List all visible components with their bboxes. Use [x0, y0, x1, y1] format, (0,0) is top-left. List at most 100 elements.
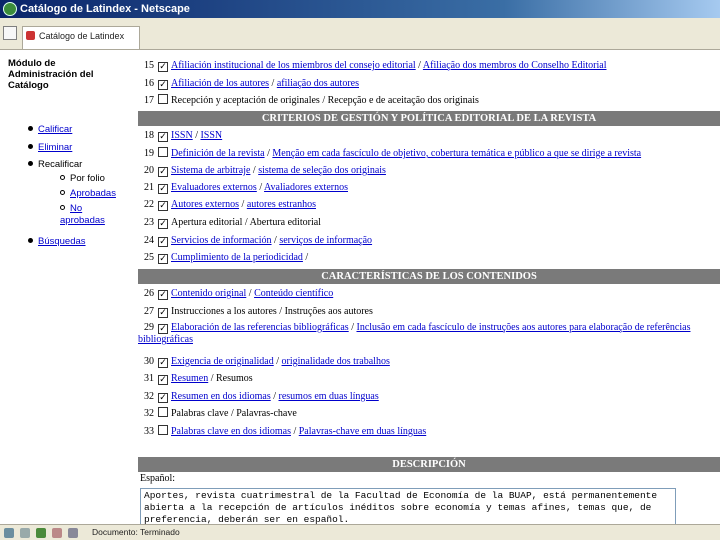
- por-folio-label[interactable]: Por folio: [70, 173, 105, 184]
- criterion-row: 25 ✓ Cumplimiento de la periodicidad /: [138, 251, 720, 264]
- criterion-link-es[interactable]: Cumplimiento de la periodicidad: [171, 252, 303, 263]
- criterion-text: /: [256, 182, 265, 193]
- criterion-link-pt[interactable]: Avaliadores externos: [264, 182, 348, 193]
- criterion-checkbox[interactable]: ✓: [158, 290, 168, 300]
- criterion-link-es[interactable]: Autores externos: [171, 199, 239, 210]
- criterion-link-pt[interactable]: sistema de seleção dos originais: [258, 165, 386, 176]
- recalificar-label: Recalificar: [38, 159, 83, 170]
- criterion-link-es[interactable]: Evaluadores externos: [171, 182, 257, 193]
- criterion-link-es[interactable]: Palabras clave en dos idiomas: [171, 426, 291, 437]
- criterion-checkbox[interactable]: [158, 425, 168, 435]
- criterion-row: 23 ✓ Apertura editorial / Abertura editori…: [138, 216, 720, 229]
- criterion-link-es[interactable]: Afiliación institucional de los miembros…: [171, 60, 416, 71]
- netscape-icon: [3, 2, 17, 16]
- sidebar-item-no-aprobadas[interactable]: No aprobadas: [60, 203, 126, 227]
- sidebar-item-busquedas[interactable]: Búsquedas: [28, 236, 86, 248]
- criterion-link-pt[interactable]: resumos em duas línguas: [279, 391, 379, 402]
- mail-icon[interactable]: [20, 528, 30, 538]
- criterion-link-pt[interactable]: originalidade dos trabalhos: [282, 356, 390, 367]
- criterion-link-pt[interactable]: Conteúdo científico: [254, 288, 333, 299]
- criterion-checkbox[interactable]: ✓: [158, 132, 168, 142]
- criterion-checkbox[interactable]: ✓: [158, 375, 168, 385]
- sidebar-item-recalificar: Recalificar: [28, 159, 82, 171]
- criterion-checkbox[interactable]: ✓: [158, 219, 168, 229]
- criterion-text: /: [239, 199, 247, 210]
- criterion-number: 25: [144, 252, 154, 263]
- criterion-text: /: [302, 252, 309, 263]
- criterion-row: 16 ✓ Afiliación de los autores / afiliação…: [138, 77, 720, 90]
- criterion-link-es[interactable]: Definición de la revista: [171, 148, 265, 159]
- criterion-row: 22 ✓ Autores externos / autores estranhos: [138, 198, 720, 211]
- criterion-row: 24 ✓ Servicios de información / serviços d…: [138, 234, 720, 247]
- criterion-link-es[interactable]: ISSN: [171, 130, 193, 141]
- criterion-text: Instrucciones a los autores / Instruções…: [171, 306, 373, 317]
- criterion-row: 26 ✓ Contenido original / Conteúdo científ…: [138, 287, 720, 300]
- address-book-icon[interactable]: [68, 528, 78, 538]
- busquedas-link[interactable]: Búsquedas: [38, 236, 86, 247]
- criterion-checkbox[interactable]: ✓: [158, 393, 168, 403]
- criterion-number: 27: [144, 306, 154, 317]
- sidebar-item-por-folio[interactable]: Por folio: [60, 173, 105, 185]
- criterion-number: 31: [144, 373, 154, 384]
- criterion-link-pt[interactable]: Menção em cada fascículo de objetivo, co…: [272, 148, 641, 159]
- no-aprobadas-link[interactable]: No aprobadas: [60, 203, 105, 226]
- criterion-number: 32: [144, 408, 154, 419]
- criterion-link-es[interactable]: Resumen en dos idiomas: [171, 391, 271, 402]
- criterion-text: /: [290, 426, 299, 437]
- aprobadas-link[interactable]: Aprobadas: [70, 188, 116, 199]
- section-header-descripcion: DESCRIPCIÓN: [138, 457, 720, 472]
- composer-icon[interactable]: [52, 528, 62, 538]
- criterion-checkbox[interactable]: ✓: [158, 324, 168, 334]
- criterion-checkbox[interactable]: ✓: [158, 184, 168, 194]
- criterion-checkbox[interactable]: ✓: [158, 237, 168, 247]
- bullet-icon: [28, 161, 33, 166]
- criterion-row: 29 ✓ Elaboración de las referencias biblio…: [138, 322, 720, 346]
- sidebar: Módulo de Administración del Catálogo Ca…: [0, 50, 130, 524]
- criterion-link-pt[interactable]: afiliação dos autores: [277, 78, 359, 89]
- netscape-status-icon[interactable]: [36, 528, 46, 538]
- criterion-checkbox[interactable]: [158, 94, 168, 104]
- tab-list-icon[interactable]: [3, 26, 17, 40]
- eliminar-link[interactable]: Eliminar: [38, 142, 72, 153]
- criterion-row: 21 ✓ Evaluadores externos / Avaliadores ex…: [138, 181, 720, 194]
- cutoff-row: —— — — ——— —— —— ——— ——— ——— ——— —— —— —…: [138, 50, 720, 55]
- security-icon[interactable]: [4, 528, 14, 538]
- criterion-link-pt[interactable]: autores estranhos: [247, 199, 316, 210]
- criterion-number: 33: [144, 426, 154, 437]
- criterion-checkbox[interactable]: ✓: [158, 254, 168, 264]
- criterion-row: 33 Palabras clave en dos idiomas / Palavr…: [138, 425, 720, 438]
- criterion-link-es[interactable]: Resumen: [171, 373, 208, 384]
- criterion-link-pt[interactable]: ISSN: [200, 130, 222, 141]
- criterion-link-es[interactable]: Afiliación de los autores: [171, 78, 269, 89]
- criterion-number: 19: [144, 148, 154, 159]
- criterion-link-es[interactable]: Elaboración de las referencias bibliográ…: [171, 322, 349, 333]
- criterion-row: 18 ✓ ISSN / ISSN: [138, 129, 720, 142]
- criterion-link-pt[interactable]: Palavras-chave em duas línguas: [299, 426, 426, 437]
- tab-catalogo[interactable]: Catálogo de Latindex: [22, 26, 140, 49]
- criterion-checkbox[interactable]: ✓: [158, 80, 168, 90]
- criterion-checkbox[interactable]: [158, 407, 168, 417]
- sidebar-item-eliminar[interactable]: Eliminar: [28, 142, 72, 154]
- criterion-number: 30: [144, 356, 154, 367]
- criterion-checkbox[interactable]: ✓: [158, 201, 168, 211]
- criterion-checkbox[interactable]: [158, 147, 168, 157]
- criterion-link-pt[interactable]: serviços de informação: [279, 235, 372, 246]
- criterion-text: / Resumos: [208, 373, 253, 384]
- criterion-link-es[interactable]: Sistema de arbitraje: [171, 165, 250, 176]
- description-textarea[interactable]: Aportes, revista cuatrimestral de la Fac…: [140, 488, 676, 524]
- calificar-link[interactable]: Calificar: [38, 124, 72, 135]
- criteria-form: —— — — ——— —— —— ——— ——— ——— ——— —— —— —…: [138, 50, 720, 524]
- sidebar-item-aprobadas[interactable]: Aprobadas: [60, 188, 116, 200]
- criterion-checkbox[interactable]: ✓: [158, 62, 168, 72]
- criterion-number: 17: [144, 95, 154, 106]
- sidebar-item-calificar[interactable]: Calificar: [28, 124, 72, 136]
- criterion-link-es[interactable]: Exigencia de originalidad: [171, 356, 274, 367]
- criterion-link-es[interactable]: Servicios de información: [171, 235, 272, 246]
- criterion-checkbox[interactable]: ✓: [158, 167, 168, 177]
- criterion-checkbox[interactable]: ✓: [158, 308, 168, 318]
- criterion-checkbox[interactable]: ✓: [158, 358, 168, 368]
- criterion-link-es[interactable]: Contenido original: [171, 288, 246, 299]
- circle-bullet-icon: [60, 205, 65, 210]
- criterion-number: 26: [144, 288, 154, 299]
- criterion-link-pt[interactable]: Afiliação dos membros do Conselho Editor…: [423, 60, 607, 71]
